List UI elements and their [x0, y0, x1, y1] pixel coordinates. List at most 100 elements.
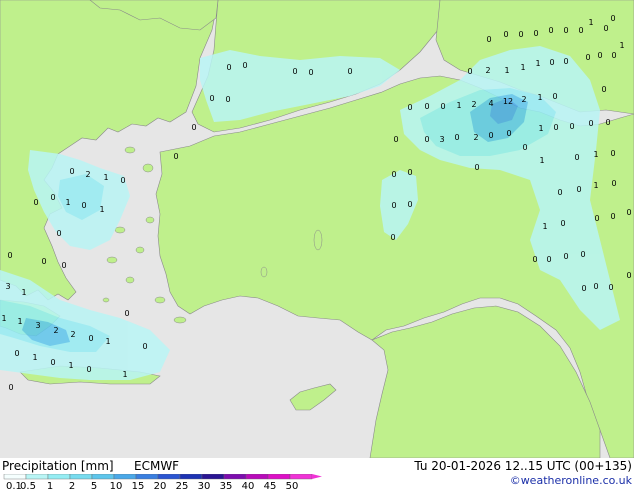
precip-value: 0 — [467, 67, 472, 76]
precip-value: 1 — [105, 337, 110, 346]
precip-value: 1 — [456, 101, 461, 110]
precip-value: 0 — [69, 167, 74, 176]
precip-value: 4 — [488, 99, 493, 108]
precip-value: 0 — [61, 261, 66, 270]
weather-map-view: 0 1 0 0 0 0 0 0 0 0 1 0 0 0 0 2 1 1 1 0 0 0 0 0 0 1 2 4 12 2 1 0 3 0 2 0 0 0 0… — [0, 0, 634, 490]
precip-value: 0 — [626, 271, 631, 280]
forecast-datetime: Tu 20-01-2026 12..15 UTC (00+135) — [414, 459, 632, 473]
precip-value: 1 — [99, 205, 104, 214]
scale-label: 2 — [69, 481, 75, 490]
credit-link[interactable]: ©weatheronline.co.uk — [510, 474, 632, 488]
precip-value: 0 — [563, 26, 568, 35]
color-scale: 0.10.5 1 2 5 10 15 20 25 30 35 40 45 50 — [3, 474, 322, 490]
precip-value: 0 — [563, 252, 568, 261]
precip-value: 1 — [68, 361, 73, 370]
scale-swatch — [157, 474, 181, 480]
precip-value: 0 — [393, 135, 398, 144]
precip-value: 0 — [593, 282, 598, 291]
precip-value: 0 — [191, 123, 196, 132]
precip-value: 1 — [619, 41, 624, 50]
precip-value: 0 — [608, 283, 613, 292]
precipitation-map: 01000 0 0 0 0 010 0 002 1 1 1 0 000 0 0 1 2 4 12 2 1 03 0 2 0 000… — [0, 0, 634, 458]
precip-value: 0 — [391, 201, 396, 210]
precip-value: 0 — [407, 168, 412, 177]
precip-value: 0 — [486, 35, 491, 44]
precip-value: 0 — [588, 119, 593, 128]
precip-value: 1 — [122, 370, 127, 379]
scale-label: 10 — [110, 481, 123, 490]
precip-value: 0 — [308, 68, 313, 77]
scale-swatch — [69, 474, 93, 480]
scale-swatch — [267, 474, 291, 480]
precip-value: 0 — [292, 67, 297, 76]
precip-value: 1 — [588, 18, 593, 27]
precip-value: 0 — [88, 334, 93, 343]
precip-value: 0 — [488, 131, 493, 140]
precip-value: 0 — [7, 251, 12, 260]
scale-label: 5 — [91, 481, 97, 490]
scale-swatch — [25, 474, 49, 480]
precip-value: 2 — [70, 330, 75, 339]
precip-value: 0 — [549, 58, 554, 67]
precip-value: 1 — [504, 66, 509, 75]
precip-value: 0 — [563, 57, 568, 66]
precip-value: 1 — [535, 59, 540, 68]
precip-value: 0 — [626, 208, 631, 217]
precip-value: 0 — [580, 250, 585, 259]
precip-value: 0 — [610, 149, 615, 158]
precip-value: 1 — [103, 173, 108, 182]
scale-swatch — [3, 474, 27, 480]
precip-value: 0 — [552, 92, 557, 101]
precip-value: 0 — [594, 214, 599, 223]
scale-swatch — [201, 474, 225, 480]
precip-value: 0 — [546, 255, 551, 264]
precip-value: 0 — [610, 212, 615, 221]
scale-swatch — [245, 474, 269, 480]
precip-value: 0 — [440, 102, 445, 111]
precip-value: 0 — [605, 118, 610, 127]
scale-label: 35 — [220, 481, 233, 490]
precip-value: 0 — [33, 198, 38, 207]
scale-label: 50 — [286, 481, 299, 490]
precip-value: 2 — [85, 170, 90, 179]
precip-value: 0 — [503, 30, 508, 39]
precip-value: 0 — [86, 365, 91, 374]
precip-value: 0 — [424, 135, 429, 144]
precip-value: 0 — [610, 14, 615, 23]
precip-value: 1 — [1, 314, 6, 323]
model-name: ECMWF — [134, 459, 180, 473]
precip-value: 0 — [506, 129, 511, 138]
precip-value: 2 — [471, 100, 476, 109]
scale-label: 1 — [47, 481, 53, 490]
precip-value: 0 — [611, 51, 616, 60]
precip-value: 0 — [209, 94, 214, 103]
scale-labels: 0.10.5 1 2 5 10 15 20 25 30 35 40 45 50 — [6, 481, 298, 490]
precip-value: 0 — [585, 53, 590, 62]
precip-value: 0 — [454, 133, 459, 142]
precip-value: 0 — [120, 176, 125, 185]
precip-value: 12 — [503, 97, 513, 106]
precip-value: 0 — [603, 24, 608, 33]
precip-value: 0 — [578, 26, 583, 35]
scale-label: 45 — [264, 481, 277, 490]
scale-label: 20 — [154, 481, 167, 490]
precip-value: 1 — [538, 124, 543, 133]
precip-value: 0 — [50, 358, 55, 367]
precip-value: 0 — [574, 153, 579, 162]
scale-arrow — [312, 474, 322, 479]
precip-value: 0 — [576, 185, 581, 194]
precip-value: 1 — [520, 63, 525, 72]
precip-value: 1 — [593, 150, 598, 159]
precip-value: 0 — [597, 51, 602, 60]
precip-value: 0 — [553, 123, 558, 132]
precip-value: 1 — [32, 353, 37, 362]
precip-value: 3 — [439, 135, 444, 144]
precip-value: 1 — [65, 198, 70, 207]
precip-value: 0 — [225, 95, 230, 104]
scale-label: 25 — [176, 481, 189, 490]
scale-label: 15 — [132, 481, 145, 490]
precip-value: 0 — [581, 284, 586, 293]
scale-swatch — [289, 474, 313, 480]
precip-value: 0 — [226, 63, 231, 72]
precip-value: 0 — [611, 179, 616, 188]
